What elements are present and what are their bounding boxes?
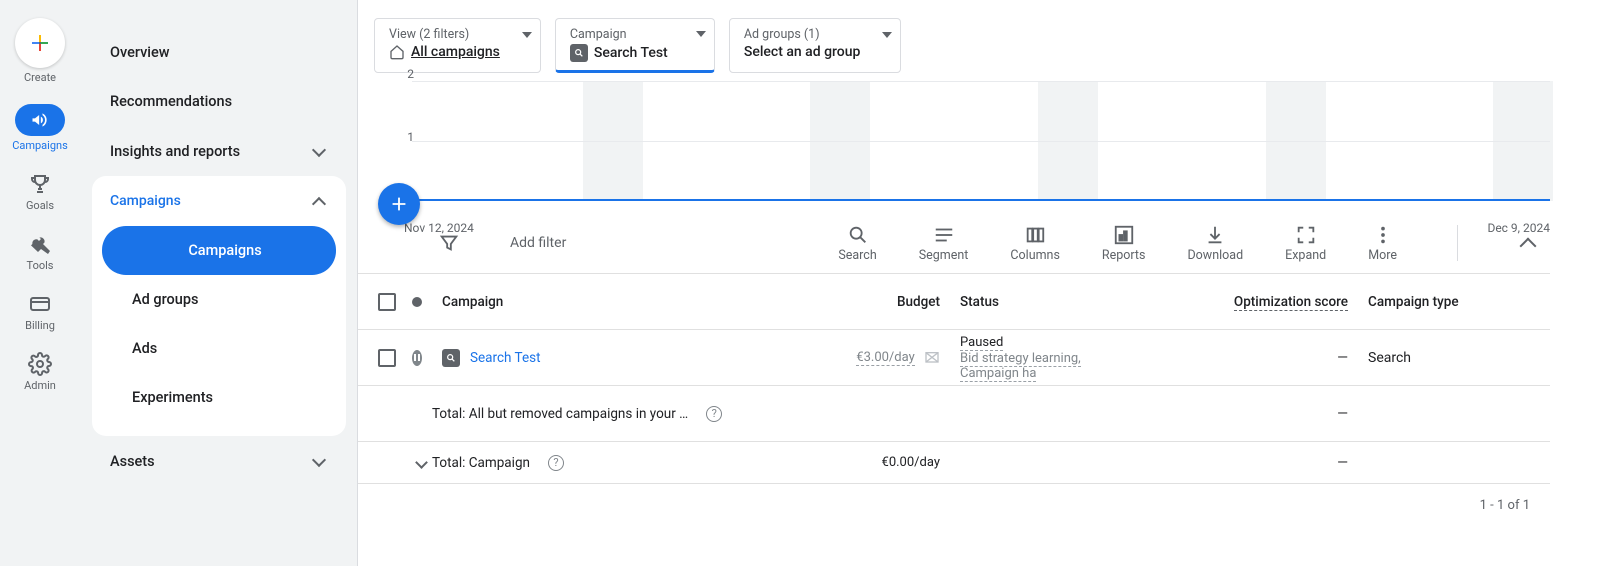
nav-overview[interactable]: Overview [92,28,346,77]
subnav-campaigns[interactable]: Campaigns [102,226,336,275]
tool-download[interactable]: Download [1187,224,1243,263]
crumb-view[interactable]: View (2 filters) All campaigns [374,18,541,73]
performance-chart: 2 1 0 Nov 12, 2024 Dec 9, 2024 [404,73,1550,213]
caret-down-icon [522,32,532,54]
chevron-down-icon [310,452,328,470]
rail-item-tools[interactable]: Tools [27,232,54,272]
total-row-filtered: Total: All but removed campaigns in your… [358,386,1550,442]
tool-columns[interactable]: Columns [1010,224,1060,263]
create-button[interactable]: Create [15,18,65,84]
tool-segment[interactable]: Segment [919,224,969,263]
megaphone-icon [30,110,50,130]
crumb-adgroup[interactable]: Ad groups (1) Select an ad group [729,18,902,73]
nav-recommendations[interactable]: Recommendations [92,77,346,126]
help-icon[interactable]: ? [548,455,564,471]
budget-chart-icon [924,350,940,366]
campaigns-table: Campaign Budget Status Optimization scor… [358,273,1550,484]
rail-item-goals[interactable]: Goals [26,172,54,212]
tool-more[interactable]: More [1368,224,1397,263]
rail-item-admin[interactable]: Admin [24,352,56,392]
subnav-experiments[interactable]: Experiments [102,373,336,422]
trophy-icon [28,172,52,196]
tool-search[interactable]: Search [838,224,876,263]
rail-item-billing[interactable]: Billing [25,292,55,332]
caret-down-icon [882,32,892,54]
nav-insights[interactable]: Insights and reports [92,126,346,176]
card-icon [28,292,52,316]
gear-icon [28,352,52,376]
crumb-campaign[interactable]: Campaign Search Test [555,18,715,73]
row-checkbox[interactable] [378,349,396,367]
table-row[interactable]: Search Test €3.00/day Paused Bid strateg… [358,330,1550,386]
paused-icon [412,350,422,366]
tool-reports[interactable]: Reports [1102,224,1146,263]
add-filter-text[interactable]: Add filter [510,235,566,251]
help-icon[interactable]: ? [706,406,722,422]
total-row-campaign: Total: Campaign ? €0.00/day — [358,442,1550,484]
rail-item-campaigns[interactable]: Campaigns [12,104,68,152]
tool-expand[interactable]: Expand [1285,224,1326,263]
search-badge-icon [570,44,588,62]
plus-multicolor-icon [28,31,52,55]
campaign-link[interactable]: Search Test [470,350,541,366]
search-badge-icon [442,349,460,367]
subnav-ads[interactable]: Ads [102,324,336,373]
expand-row-icon[interactable] [412,454,422,472]
pagination-label: 1 - 1 of 1 [358,484,1550,513]
caret-down-icon [696,31,706,53]
nav-assets[interactable]: Assets [92,436,346,486]
tools-icon [28,232,52,256]
subnav-ad-groups[interactable]: Ad groups [102,275,336,324]
add-campaign-fab[interactable] [378,183,420,225]
status-dot-icon [412,297,422,307]
collapse-chart-button[interactable] [1518,232,1540,254]
home-icon [389,44,405,60]
chevron-up-icon [310,192,328,210]
chevron-down-icon [310,142,328,160]
filter-icon[interactable] [438,232,460,254]
table-header: Campaign Budget Status Optimization scor… [358,274,1550,330]
select-all-checkbox[interactable] [378,293,396,311]
nav-campaigns-group[interactable]: Campaigns [92,176,346,226]
